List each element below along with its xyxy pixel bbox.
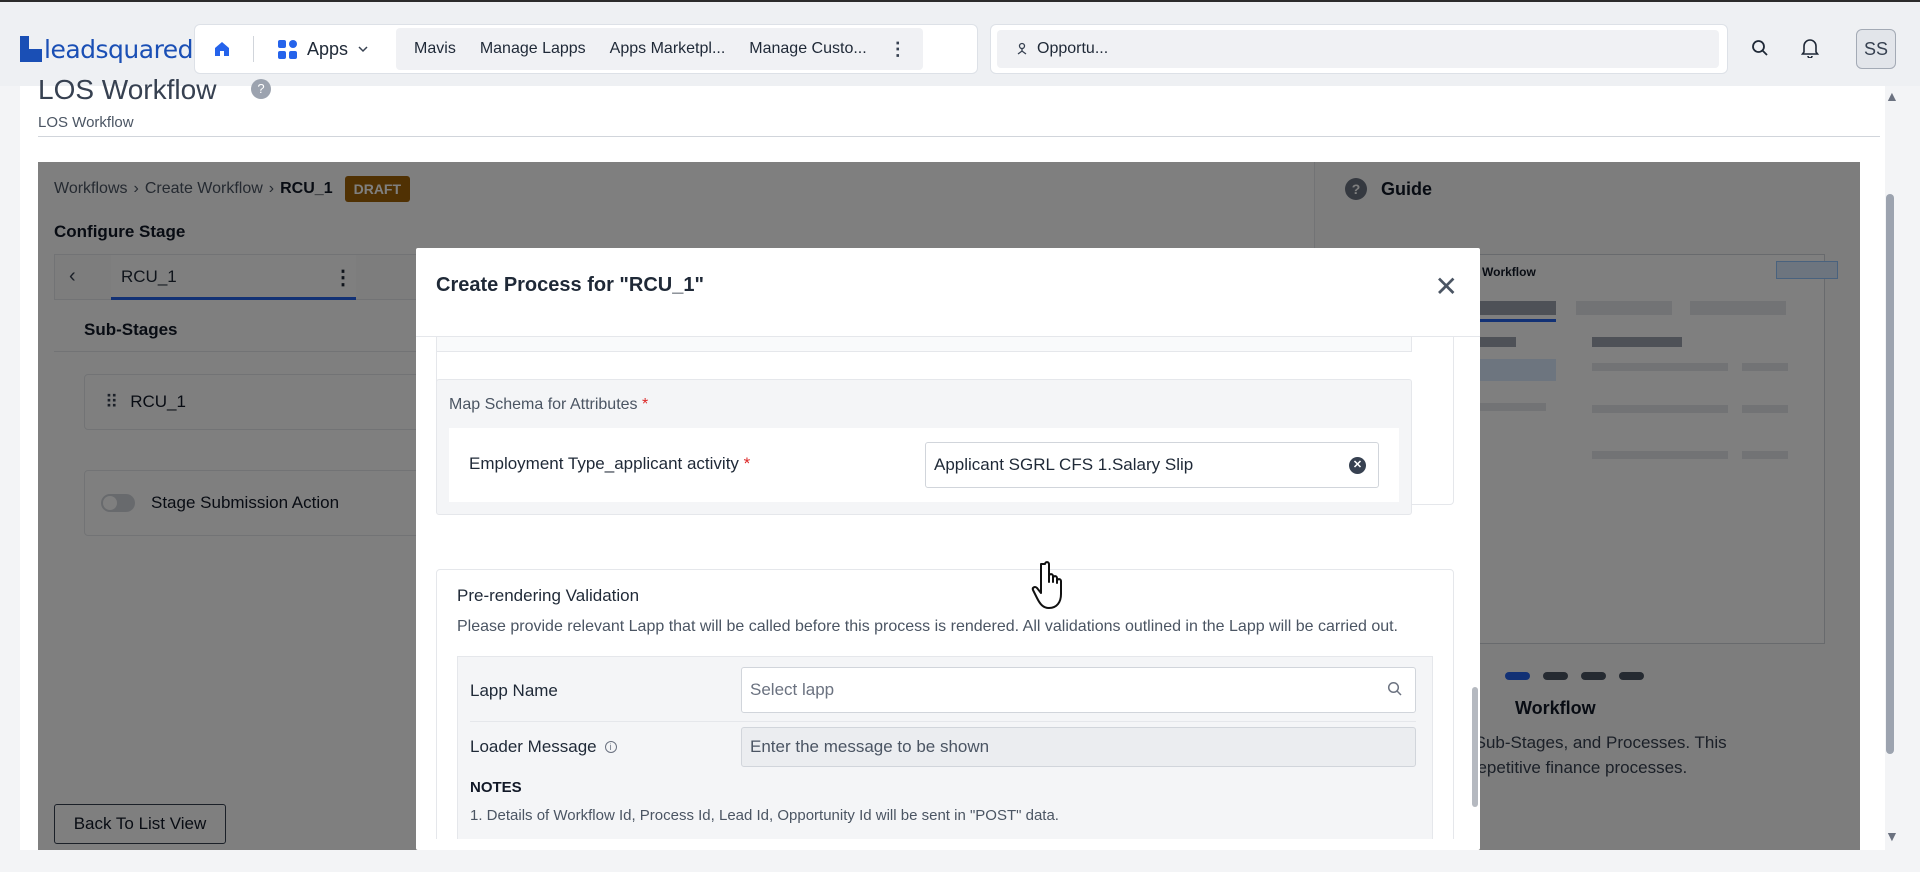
page-divider [38, 136, 1880, 137]
lapp-placeholder: Select lapp [750, 680, 835, 699]
opportunity-label: Opportu... [1037, 40, 1109, 57]
search-icon [1387, 681, 1402, 696]
clear-icon[interactable]: ✕ [1349, 457, 1366, 474]
map-schema-title: Map Schema for Attributes * [449, 396, 648, 414]
scroll-down-icon[interactable]: ▼ [1885, 828, 1899, 844]
bell-icon[interactable] [1798, 36, 1822, 60]
scrollbar-thumb[interactable] [1886, 194, 1894, 754]
lapp-select-input[interactable]: Select lapp [741, 667, 1416, 713]
close-icon[interactable]: ✕ [1435, 270, 1458, 303]
required-asterisk: * [743, 454, 751, 473]
nav-tab-mavis[interactable]: Mavis [402, 40, 468, 58]
map-schema-title-text: Map Schema for Attributes [449, 396, 638, 413]
loader-message-label-text: Loader Message [470, 737, 597, 756]
schema-mapping-row: Employment Type_applicant activity * App… [449, 428, 1399, 502]
top-bar: leadsquared Apps Mavis Manage Lapps Apps… [0, 0, 1920, 86]
hand-cursor-icon [1031, 560, 1071, 617]
loader-placeholder: Enter the message to be shown [750, 737, 990, 756]
modal-body[interactable]: Map Schema for Attributes * Employment T… [416, 337, 1480, 839]
schema-field-label-text: Employment Type_applicant activity [469, 454, 739, 473]
create-process-modal: Create Process for "RCU_1" ✕ Map Schema … [416, 248, 1480, 850]
apps-grid-icon [278, 39, 297, 59]
lapp-name-label: Lapp Name [470, 681, 558, 700]
notes-title: NOTES [470, 779, 522, 796]
help-icon[interactable]: ? [251, 79, 271, 99]
modal-scrollbar-thumb[interactable] [1472, 687, 1478, 807]
row-divider [470, 721, 1416, 722]
more-tabs-icon[interactable]: ⋮ [879, 39, 917, 60]
loader-message-label: Loader Message i [470, 737, 617, 757]
lapp-config-box: Lapp Name Select lapp Loader Message i E… [457, 656, 1433, 839]
search-icon[interactable] [1748, 36, 1772, 60]
user-avatar[interactable]: SS [1856, 29, 1896, 69]
page-subtitle: LOS Workflow [38, 114, 134, 131]
required-asterisk: * [641, 396, 649, 413]
section-top-strip [436, 337, 1412, 352]
opportunity-icon [1017, 42, 1027, 55]
logo-text: leadsquared [44, 34, 194, 64]
scroll-up-icon[interactable]: ▲ [1885, 88, 1899, 104]
modal-header: Create Process for "RCU_1" ✕ [416, 248, 1480, 337]
nav-divider [253, 36, 254, 62]
schema-value-select[interactable]: Applicant SGRL CFS 1.Salary Slip ✕ [925, 442, 1379, 488]
loader-message-input[interactable]: Enter the message to be shown [741, 727, 1416, 767]
opportunity-bar: Opportu... [990, 24, 1728, 74]
note-item: 1. Details of Workflow Id, Process Id, L… [470, 807, 1059, 824]
schema-value-text: Applicant SGRL CFS 1.Salary Slip [934, 455, 1194, 474]
info-icon[interactable]: i [604, 741, 617, 753]
page-scrollbar[interactable]: ▲ ▼ [1882, 86, 1900, 850]
pinned-tabs: Mavis Manage Lapps Apps Marketpl... Mana… [396, 28, 923, 70]
apps-label: Apps [307, 38, 349, 59]
chevron-down-icon [358, 46, 368, 53]
nav-tab-manage-lapps[interactable]: Manage Lapps [468, 40, 598, 58]
apps-menu-button[interactable]: Apps [264, 30, 382, 68]
pre-rendering-validation-section: Pre-rendering Validation Please provide … [436, 569, 1454, 839]
nav-tab-apps-marketplace[interactable]: Apps Marketpl... [598, 40, 738, 58]
modal-title: Create Process for "RCU_1" [436, 274, 704, 296]
pre-rendering-description: Please provide relevant Lapp that will b… [457, 618, 1398, 635]
nav-tab-manage-custom[interactable]: Manage Custo... [737, 40, 878, 58]
home-button[interactable] [201, 30, 243, 68]
pre-rendering-title: Pre-rendering Validation [457, 586, 640, 605]
main-nav: Apps Mavis Manage Lapps Apps Marketpl...… [194, 24, 978, 74]
opportunity-tab[interactable]: Opportu... [997, 30, 1719, 68]
map-schema-section: Map Schema for Attributes * Employment T… [436, 379, 1412, 515]
schema-field-label: Employment Type_applicant activity * [469, 454, 750, 474]
logo-mark-icon [20, 36, 42, 62]
leadsquared-logo[interactable]: leadsquared [20, 34, 194, 64]
page-title: LOS Workflow [38, 74, 217, 105]
home-icon [215, 42, 229, 56]
